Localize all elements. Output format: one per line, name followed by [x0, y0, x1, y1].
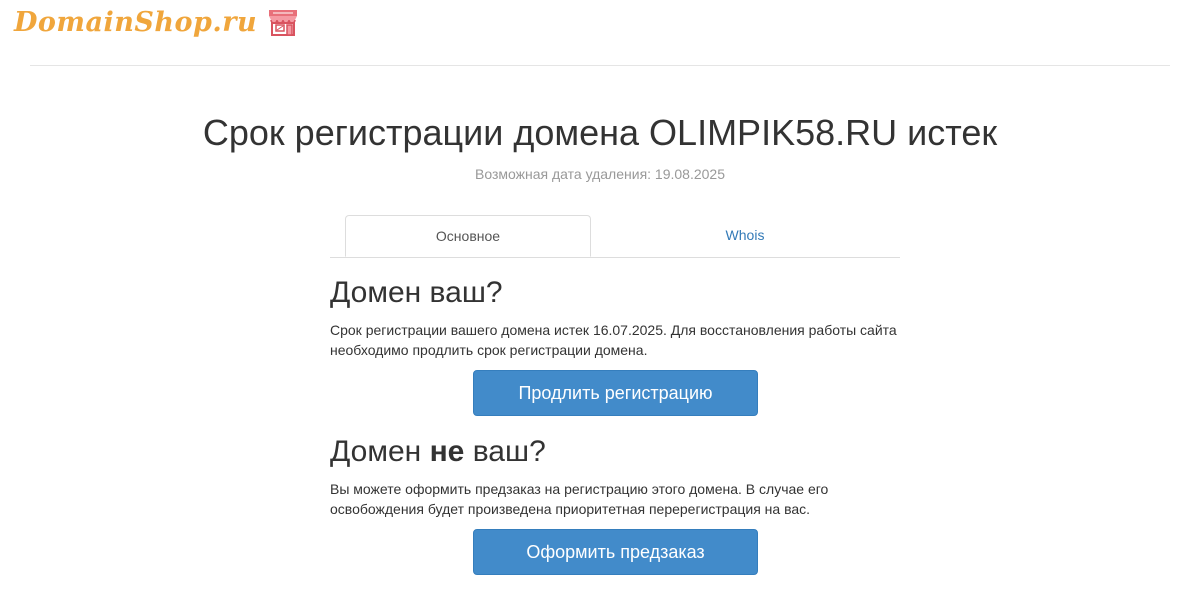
- owner-text: Срок регистрации вашего домена истек 16.…: [330, 322, 897, 358]
- renew-registration-button[interactable]: Продлить регистрацию: [473, 370, 758, 416]
- deletion-date-note: Возможная дата удаления: 19.08.2025: [475, 166, 725, 182]
- tab-whois[interactable]: Whois: [615, 215, 875, 256]
- site-header: DomainShop.ru: [0, 0, 1200, 66]
- tabs-bar: Основное Whois: [330, 215, 900, 258]
- not-owner-heading-start: Домен: [330, 435, 430, 468]
- storefront-icon: [267, 6, 299, 38]
- tab-main[interactable]: Основное: [345, 215, 591, 257]
- logo-text[interactable]: DomainShop.ru: [14, 7, 257, 38]
- header-divider: [30, 65, 1170, 66]
- not-owner-heading-bold: не: [429, 435, 465, 468]
- not-owner-heading: Домен не ваш?: [330, 435, 546, 469]
- preorder-button[interactable]: Оформить предзаказ: [473, 529, 758, 575]
- page-title: Срок регистрации домена OLIMPIK58.RU ист…: [202, 112, 998, 153]
- logo[interactable]: DomainShop.ru: [14, 6, 299, 38]
- not-owner-heading-end: ваш?: [464, 435, 546, 468]
- owner-heading: Домен ваш?: [330, 276, 503, 309]
- not-owner-text: Вы можете оформить предзаказ на регистра…: [330, 481, 829, 517]
